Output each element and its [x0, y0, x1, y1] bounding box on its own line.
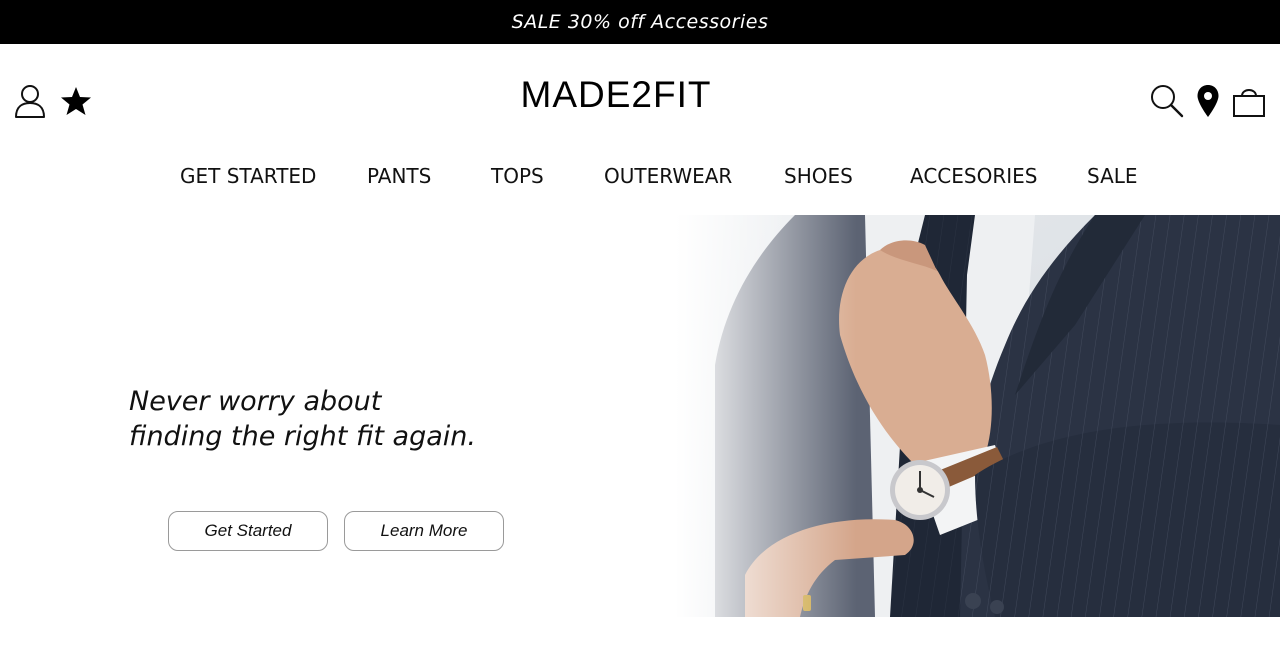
- hero-headline-line-1: Never worry about: [129, 386, 382, 417]
- nav-item-outerwear[interactable]: OUTERWEAR: [604, 164, 732, 188]
- favorites-star-icon[interactable]: [60, 85, 92, 117]
- hero-image: [675, 215, 1280, 617]
- brand-logo[interactable]: MADE2FIT: [521, 74, 712, 115]
- main-nav: GET STARTED PANTS TOPS OUTERWEAR SHOES A…: [0, 164, 1280, 192]
- nav-item-sale[interactable]: SALE: [1087, 164, 1138, 188]
- nav-item-tops[interactable]: TOPS: [491, 164, 544, 188]
- search-icon[interactable]: [1150, 84, 1184, 118]
- logo-container: MADE2FIT: [0, 74, 1280, 116]
- promo-bar[interactable]: SALE 30% off Accessories: [0, 0, 1280, 44]
- hero-headline-line-2: finding the right fit again.: [129, 421, 476, 452]
- account-icon[interactable]: [14, 84, 46, 118]
- nav-item-get-started[interactable]: GET STARTED: [180, 164, 316, 188]
- learn-more-button[interactable]: Learn More: [344, 511, 504, 551]
- header-right-icons: [1150, 84, 1266, 118]
- nav-item-shoes[interactable]: SHOES: [784, 164, 853, 188]
- hero-headline: Never worry about finding the right fit …: [129, 384, 476, 454]
- promo-text[interactable]: SALE 30% off Accessories: [512, 11, 769, 33]
- nav-item-pants[interactable]: PANTS: [367, 164, 431, 188]
- shopping-bag-icon[interactable]: [1232, 84, 1266, 118]
- nav-item-accessories[interactable]: ACCESORIES: [910, 164, 1037, 188]
- get-started-button[interactable]: Get Started: [168, 511, 328, 551]
- store-locator-icon[interactable]: [1196, 84, 1220, 118]
- header-left-icons: [14, 84, 92, 118]
